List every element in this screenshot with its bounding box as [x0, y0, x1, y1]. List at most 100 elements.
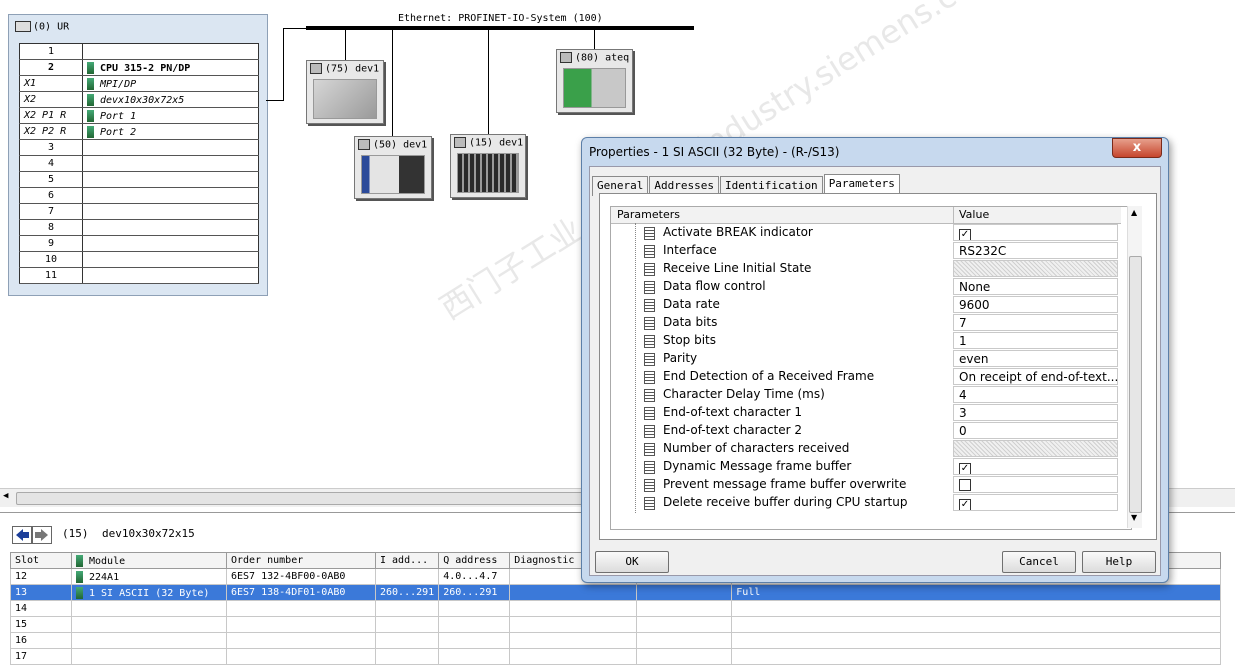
dev50-link: [392, 30, 393, 136]
param-value[interactable]: 9600: [953, 296, 1118, 313]
rack-row[interactable]: X1 MPI/DP: [19, 75, 259, 92]
cell-slot: 13: [10, 584, 72, 601]
checkbox-unchecked[interactable]: [959, 479, 971, 491]
col-q-address[interactable]: Q address: [438, 552, 511, 569]
param-row[interactable]: End-of-text character 1 3: [611, 404, 1121, 422]
param-value[interactable]: ✓: [953, 458, 1118, 475]
param-value[interactable]: [953, 440, 1118, 457]
ethernet-bus[interactable]: [306, 26, 694, 30]
param-row[interactable]: Prevent message frame buffer overwrite: [611, 476, 1121, 494]
rack-row[interactable]: 6: [19, 187, 259, 204]
param-value[interactable]: RS232C: [953, 242, 1118, 259]
param-row[interactable]: Data flow control None: [611, 278, 1121, 296]
param-row[interactable]: Data bits 7: [611, 314, 1121, 332]
rack-row[interactable]: 7: [19, 203, 259, 220]
rack-row[interactable]: 5: [19, 171, 259, 188]
param-value[interactable]: On receipt of end-of-text...: [953, 368, 1118, 385]
param-value[interactable]: 4: [953, 386, 1118, 403]
col-slot[interactable]: Slot: [10, 552, 72, 569]
rack-row[interactable]: 4: [19, 155, 259, 172]
rack-row[interactable]: 11: [19, 267, 259, 284]
rack-module-text: devx10x30x72x5: [100, 94, 185, 106]
param-row[interactable]: Receive Line Initial State: [611, 260, 1121, 278]
parameter-icon: [644, 407, 655, 420]
param-row[interactable]: Number of characters received: [611, 440, 1121, 458]
param-value[interactable]: 7: [953, 314, 1118, 331]
param-row[interactable]: Dynamic Message frame buffer ✓: [611, 458, 1121, 476]
scroll-down-icon[interactable]: ▼: [1131, 513, 1137, 522]
back-arrow-icon[interactable]: [12, 526, 32, 544]
param-row[interactable]: Character Delay Time (ms) 4: [611, 386, 1121, 404]
param-value[interactable]: 0: [953, 422, 1118, 439]
param-name: End-of-text character 1: [663, 405, 803, 419]
cancel-button[interactable]: Cancel: [1002, 551, 1076, 573]
close-icon[interactable]: x: [1112, 138, 1162, 158]
help-button[interactable]: Help: [1082, 551, 1156, 573]
ok-button[interactable]: OK: [595, 551, 669, 573]
table-row[interactable]: 14: [10, 600, 1222, 617]
param-value[interactable]: even: [953, 350, 1118, 367]
table-row[interactable]: 16: [10, 632, 1222, 649]
table-row[interactable]: 15: [10, 616, 1222, 633]
checkbox-checked[interactable]: ✓: [959, 229, 971, 240]
scroll-left-icon[interactable]: ◀: [3, 491, 8, 501]
dialog-tabs: General Addresses Identification Parameters: [592, 173, 901, 197]
checkbox-checked[interactable]: ✓: [959, 499, 971, 510]
parameters-grid[interactable]: Parameters Value Activate BREAK indicato…: [610, 206, 1132, 530]
properties-dialog[interactable]: Properties - 1 SI ASCII (32 Byte) - (R-/…: [581, 137, 1169, 583]
col-module[interactable]: Module: [71, 552, 227, 569]
param-row[interactable]: Stop bits 1: [611, 332, 1121, 350]
cell-diagnostic: [509, 616, 638, 633]
param-row[interactable]: End Detection of a Received Frame On rece…: [611, 368, 1121, 386]
detail-station: (15): [62, 527, 89, 540]
rack-window[interactable]: (0) UR 1 2 CPU 315-2 PN/DP X1 MPI/DP X2 devx10…: [8, 14, 268, 296]
params-vscroll[interactable]: ▲ ▼: [1127, 206, 1142, 528]
cell-module-text: 224A1: [89, 571, 120, 583]
rack-grid[interactable]: 1 2 CPU 315-2 PN/DP X1 MPI/DP X2 devx10x30x72x…: [19, 43, 259, 284]
device-15[interactable]: (15) dev1: [450, 134, 526, 198]
device-15-label: (15) dev1: [454, 137, 523, 149]
scroll-up-icon[interactable]: ▲: [1131, 208, 1137, 217]
param-name: Delete receive buffer during CPU startup: [663, 495, 908, 509]
parameter-icon: [644, 461, 655, 474]
rack-row[interactable]: X2 P1 R Port 1: [19, 107, 259, 124]
device-80[interactable]: (80) ateq: [556, 49, 633, 113]
rack-row[interactable]: 3: [19, 139, 259, 156]
device-50-image: [361, 155, 425, 194]
col-i-address[interactable]: I add...: [374, 552, 440, 569]
param-value[interactable]: 1: [953, 332, 1118, 349]
rack-row[interactable]: X2 P2 R Port 2: [19, 123, 259, 140]
param-value[interactable]: ✓: [953, 494, 1118, 511]
param-value[interactable]: ✓: [953, 224, 1118, 241]
param-row[interactable]: Interface RS232C: [611, 242, 1121, 260]
table-row[interactable]: 13 1 SI ASCII (32 Byte) 6ES7 138-4DF01-0AB…: [10, 584, 1222, 601]
rack-row[interactable]: 8: [19, 219, 259, 236]
forward-arrow-icon[interactable]: [32, 526, 52, 544]
table-row[interactable]: 17: [10, 648, 1222, 665]
rack-row[interactable]: X2 devx10x30x72x5: [19, 91, 259, 108]
cell-order: [226, 648, 376, 665]
param-name: Parity: [663, 351, 698, 365]
col-order[interactable]: Order number: [226, 552, 376, 569]
param-row[interactable]: End-of-text character 2 0: [611, 422, 1121, 440]
param-row[interactable]: Parity even: [611, 350, 1121, 368]
param-row[interactable]: Activate BREAK indicator ✓: [611, 224, 1121, 242]
device-50[interactable]: (50) dev1: [354, 136, 432, 199]
rack-row[interactable]: 9: [19, 235, 259, 252]
cell-q: [438, 632, 511, 649]
rack-row[interactable]: 10: [19, 251, 259, 268]
param-value[interactable]: [953, 476, 1118, 493]
device-75[interactable]: (75) dev1: [306, 60, 384, 124]
rack-row[interactable]: 2 CPU 315-2 PN/DP: [19, 59, 259, 76]
param-name: Number of characters received: [663, 441, 850, 455]
rack-row[interactable]: 1: [19, 43, 259, 60]
param-value[interactable]: [953, 260, 1118, 277]
param-value[interactable]: 3: [953, 404, 1118, 421]
parameter-icon: [644, 479, 655, 492]
param-value[interactable]: None: [953, 278, 1118, 295]
checkbox-checked[interactable]: ✓: [959, 463, 971, 474]
param-row[interactable]: Delete receive buffer during CPU startup…: [611, 494, 1121, 512]
rack-module: [82, 171, 259, 188]
params-scroll-thumb[interactable]: [1129, 256, 1142, 513]
param-row[interactable]: Data rate 9600: [611, 296, 1121, 314]
